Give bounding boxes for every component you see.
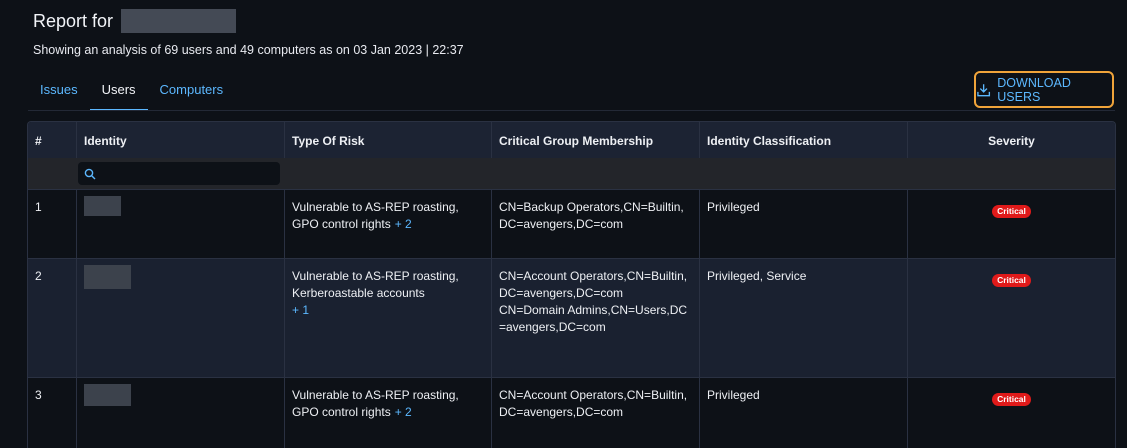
row-index: 1: [28, 190, 77, 258]
column-header-critical-group[interactable]: Critical Group Membership: [492, 122, 700, 158]
column-header-classification[interactable]: Identity Classification: [700, 122, 908, 158]
risk-more-link[interactable]: + 2: [395, 217, 412, 231]
tab-divider: [28, 110, 1115, 111]
severity-badge: Critical: [992, 205, 1031, 218]
risk-text: Vulnerable to AS-REP roasting, GPO contr…: [292, 200, 459, 231]
tab-bar: Issues Users Computers: [28, 74, 235, 111]
report-title: Report for: [33, 9, 237, 33]
table-row[interactable]: 2 Vulnerable to AS-REP roasting, Kerbero…: [28, 258, 1115, 377]
tab-computers[interactable]: Computers: [148, 74, 236, 111]
column-header-severity[interactable]: Severity: [908, 122, 1115, 158]
redacted-domain-name: [121, 9, 237, 33]
table-header-row: # Identity Type Of Risk Critical Group M…: [28, 122, 1115, 158]
redacted-identity: [84, 265, 131, 289]
report-title-text: Report for: [33, 10, 114, 31]
column-header-identity[interactable]: Identity: [77, 122, 285, 158]
report-subtitle: Showing an analysis of 69 users and 49 c…: [33, 43, 464, 57]
risk-text: Vulnerable to AS-REP roasting, GPO contr…: [292, 388, 459, 419]
group-membership: CN=Account Operators,CN=Builtin,DC=aveng…: [499, 388, 688, 419]
group-cell: CN=Backup Operators,CN=Builtin,DC=avenge…: [492, 190, 700, 258]
severity-badge: Critical: [992, 274, 1031, 287]
tab-users[interactable]: Users: [89, 74, 148, 111]
severity-badge: Critical: [992, 393, 1031, 406]
identity-search-input[interactable]: [102, 165, 276, 182]
identity-cell: [77, 190, 285, 258]
table-filter-row: [28, 158, 1115, 189]
column-header-type-of-risk[interactable]: Type Of Risk: [285, 122, 492, 158]
table-row[interactable]: 3 Vulnerable to AS-REP roasting, GPO con…: [28, 377, 1115, 448]
search-icon: [84, 168, 96, 179]
severity-cell: Critical: [908, 190, 1115, 258]
risk-more-link[interactable]: + 1: [292, 303, 309, 317]
row-index: 2: [28, 259, 77, 377]
group-membership: CN=Domain Admins,CN=Users,DC=avengers,DC…: [499, 303, 688, 334]
download-users-button[interactable]: DOWNLOAD USERS: [974, 71, 1114, 108]
classification-cell: Privileged, Service: [700, 259, 908, 377]
group-membership: CN=Backup Operators,CN=Builtin,DC=avenge…: [499, 200, 684, 231]
group-membership: CN=Account Operators,CN=Builtin,DC=aveng…: [499, 269, 688, 300]
redacted-identity: [84, 196, 121, 216]
download-icon: [977, 83, 991, 96]
column-header-index[interactable]: #: [28, 122, 77, 158]
severity-cell: Critical: [908, 259, 1115, 377]
identity-search-box[interactable]: [78, 162, 280, 185]
classification-cell: Privileged: [700, 190, 908, 258]
risk-text: Vulnerable to AS-REP roasting, Kerberoas…: [292, 269, 459, 300]
risk-more-link[interactable]: + 2: [395, 405, 412, 419]
users-table: # Identity Type Of Risk Critical Group M…: [27, 121, 1116, 448]
risk-cell: Vulnerable to AS-REP roasting, Kerberoas…: [285, 259, 492, 377]
identity-cell: [77, 259, 285, 377]
group-cell: CN=Account Operators,CN=Builtin,DC=aveng…: [492, 259, 700, 377]
risk-cell: Vulnerable to AS-REP roasting, GPO contr…: [285, 190, 492, 258]
tab-issues[interactable]: Issues: [28, 74, 90, 111]
redacted-identity: [84, 384, 131, 406]
download-users-label: DOWNLOAD USERS: [997, 75, 1071, 104]
table-row[interactable]: 1 Vulnerable to AS-REP roasting, GPO con…: [28, 189, 1115, 258]
